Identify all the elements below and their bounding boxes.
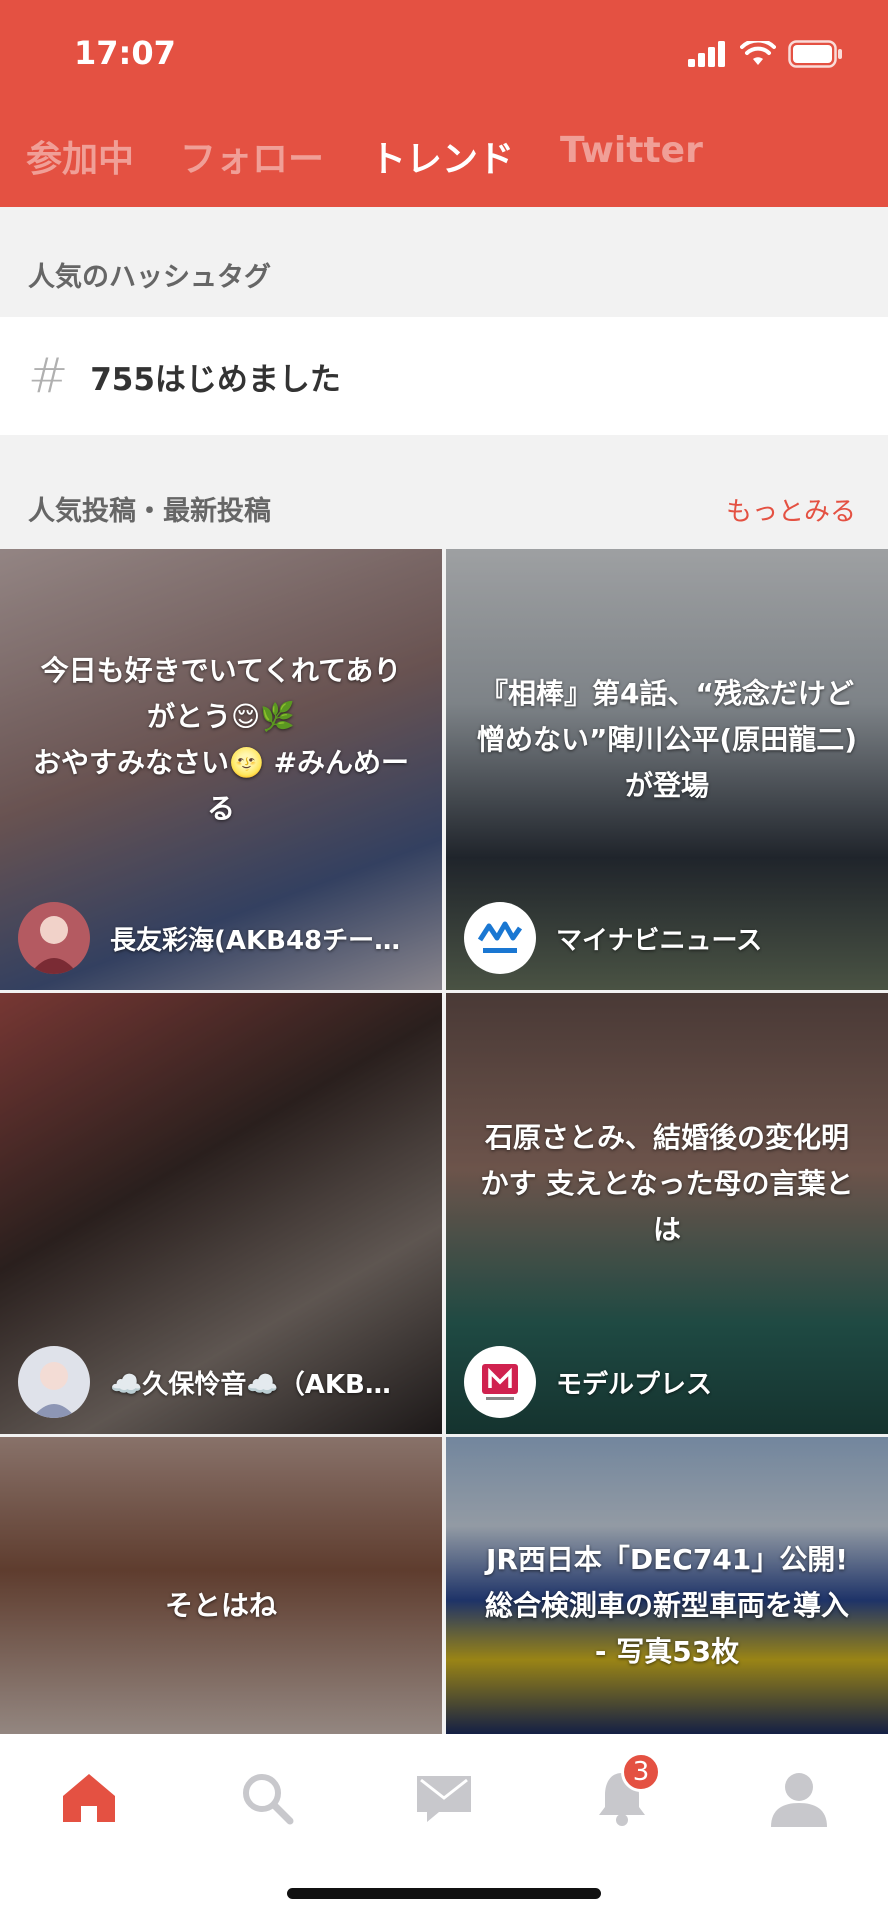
home-icon <box>63 1774 115 1822</box>
post-card[interactable]: そとはね <box>0 1437 442 1734</box>
hashtag-item[interactable]: # 755はじめました <box>0 317 888 435</box>
post-caption <box>30 993 412 1374</box>
author-avatar[interactable] <box>464 902 536 974</box>
profile-icon <box>771 1773 827 1827</box>
nav-notifications[interactable]: 3 <box>577 1752 667 1838</box>
hashtag-section-header: 人気のハッシュタグ <box>0 207 888 317</box>
tab-twitter[interactable]: Twitter <box>560 130 703 182</box>
nav-messages[interactable] <box>399 1758 489 1838</box>
nav-home[interactable] <box>44 1758 134 1838</box>
modelpress-logo-icon <box>482 1364 518 1400</box>
search-icon <box>243 1774 294 1825</box>
status-time: 17:07 <box>74 34 176 72</box>
status-icons <box>688 40 844 68</box>
hashtag-icon: # <box>28 348 69 404</box>
signal-icon <box>688 41 725 67</box>
posts-grid: 今日も好きでいてくれてありがとう😌🌿 おやすみなさい🌝 #みんめーる 長友彩海(… <box>0 549 888 1734</box>
app-header: 17:07 参加中 フォロー トレンド Twitter <box>0 0 888 207</box>
post-caption: JR西日本「DEC741」公開! 総合検測車の新型車両を導入 - 写真53枚 <box>484 1542 849 1668</box>
author-name: 長友彩海(AKB48チー… <box>110 925 401 956</box>
hashtag-label: 755はじめました <box>90 361 341 398</box>
author-avatar[interactable] <box>18 1346 90 1418</box>
author-name: モデルプレス <box>556 1369 713 1400</box>
post-card[interactable]: 今日も好きでいてくれてありがとう😌🌿 おやすみなさい🌝 #みんめーる 長友彩海(… <box>0 549 442 990</box>
post-caption: 石原さとみ、結婚後の変化明かす 支えとなった母の言葉とは <box>480 1120 854 1246</box>
person-avatar-icon <box>32 1362 76 1418</box>
hashtag-section-title: 人気のハッシュタグ <box>28 262 271 293</box>
post-caption: 今日も好きでいてくれてありがとう😌🌿 おやすみなさい🌝 #みんめーる <box>32 653 410 825</box>
nav-profile[interactable] <box>754 1758 844 1838</box>
tab-follow[interactable]: フォロー <box>180 130 324 182</box>
post-caption: 『相棒』第4話、“残念だけど憎めない”陣川公平(原田龍二)が登場 <box>477 676 857 802</box>
author-avatar[interactable] <box>464 1346 536 1418</box>
post-card[interactable]: 石原さとみ、結婚後の変化明かす 支えとなった母の言葉とは モデルプレス <box>446 993 888 1434</box>
author-name: ☁️久保怜音☁️（AKB… <box>110 1369 391 1400</box>
mynavi-logo-icon <box>477 921 523 953</box>
mail-icon <box>417 1776 471 1822</box>
post-caption: そとはね <box>164 1588 277 1622</box>
person-avatar-icon <box>30 916 78 974</box>
battery-icon <box>788 40 842 68</box>
more-link[interactable]: もっとみる <box>726 491 856 528</box>
author-avatar[interactable] <box>18 902 90 974</box>
home-indicator <box>287 1888 601 1899</box>
tab-joined[interactable]: 参加中 <box>26 130 134 182</box>
post-card[interactable]: ☁️久保怜音☁️（AKB… <box>0 993 442 1434</box>
tab-trend[interactable]: トレンド <box>370 130 514 182</box>
posts-section-header: 人気投稿・最新投稿 もっとみる <box>0 435 888 549</box>
author-name: マイナビニュース <box>556 925 763 956</box>
wifi-icon <box>740 41 776 65</box>
post-card[interactable]: JR西日本「DEC741」公開! 総合検測車の新型車両を導入 - 写真53枚 <box>446 1437 888 1734</box>
top-tabs: 参加中 フォロー トレンド Twitter <box>26 130 703 182</box>
notification-badge: 3 <box>621 1752 661 1792</box>
posts-section-title: 人気投稿・最新投稿 <box>28 496 271 527</box>
post-card[interactable]: 『相棒』第4話、“残念だけど憎めない”陣川公平(原田龍二)が登場 マイナビニュー… <box>446 549 888 990</box>
nav-search[interactable] <box>222 1758 312 1838</box>
